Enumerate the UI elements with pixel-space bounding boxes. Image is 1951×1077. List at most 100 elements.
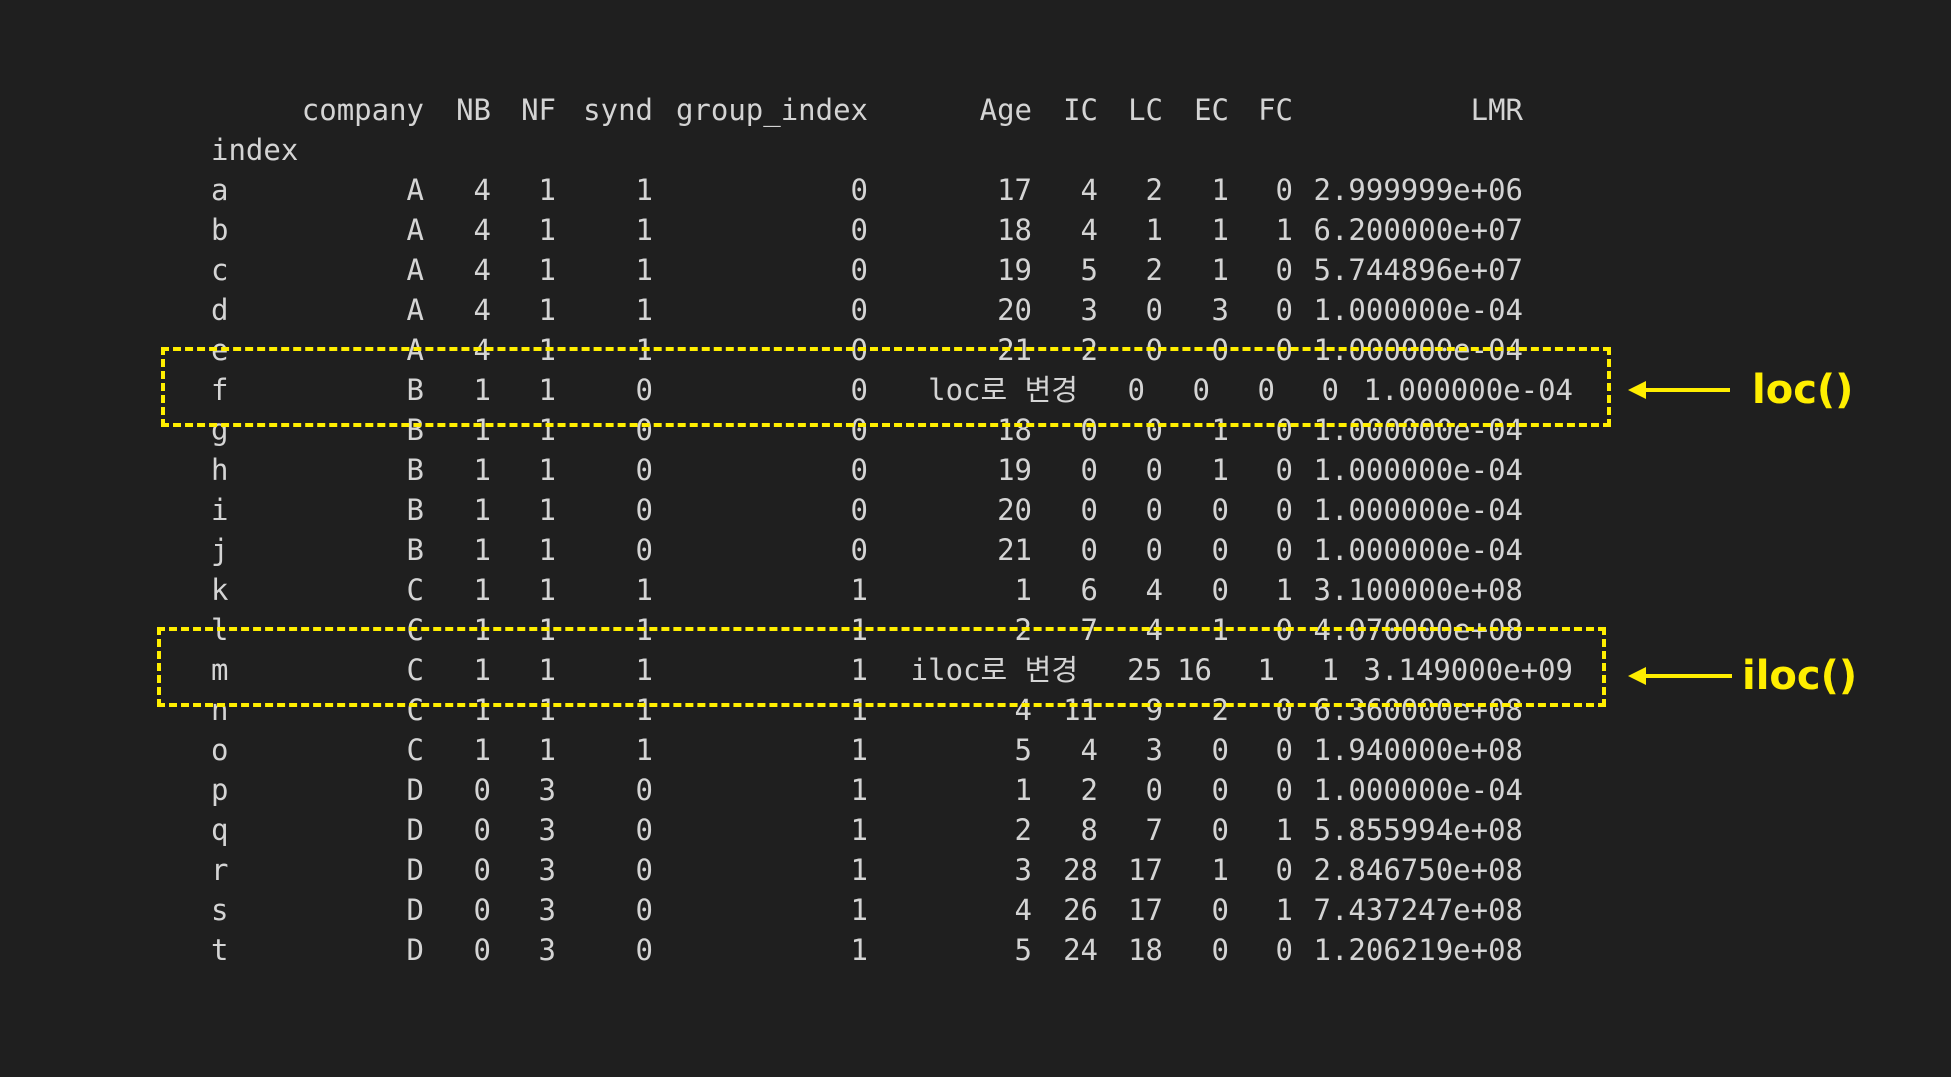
table-cell: 1 — [473, 493, 491, 527]
table-cell: 4 — [1080, 213, 1098, 247]
table-cell: 0 — [473, 893, 491, 927]
table-cell: 0 — [1145, 493, 1163, 527]
row-index: i — [211, 493, 229, 527]
table-cell: 21 — [997, 533, 1032, 567]
table-cell: 5.744896e+07 — [1313, 253, 1523, 287]
column-header-lc: LC — [1128, 93, 1163, 127]
table-cell: 1 — [850, 773, 868, 807]
table-cell: 1 — [538, 453, 556, 487]
table-cell: 3 — [538, 893, 556, 927]
table-cell: 0 — [635, 773, 653, 807]
index-label: index — [211, 133, 299, 167]
column-header-lmr: LMR — [1470, 93, 1523, 127]
table-cell: 1 — [1211, 453, 1229, 487]
arrow-left-icon — [1628, 381, 1646, 399]
table-cell: 7.437247e+08 — [1313, 893, 1523, 927]
table-cell: 26 — [1063, 893, 1098, 927]
table-cell: 0 — [850, 253, 868, 287]
table-cell: 0 — [1275, 453, 1293, 487]
table-cell: D — [406, 893, 424, 927]
table-cell: 5.855994e+08 — [1313, 813, 1523, 847]
row-index: h — [211, 453, 229, 487]
table-cell: 5 — [1014, 733, 1032, 767]
table-cell: 2 — [1014, 813, 1032, 847]
table-cell: 20 — [997, 493, 1032, 527]
row-index: k — [211, 573, 229, 607]
table-cell: 0 — [1275, 733, 1293, 767]
row-index: t — [211, 933, 229, 967]
table-cell: 0 — [850, 493, 868, 527]
table-cell: 3 — [538, 933, 556, 967]
table-cell: 20 — [997, 293, 1032, 327]
table-cell: 4 — [1014, 893, 1032, 927]
table-cell: C — [406, 573, 424, 607]
column-header-fc: FC — [1258, 93, 1293, 127]
table-cell: 0 — [473, 773, 491, 807]
table-cell: 3 — [1014, 853, 1032, 887]
table-cell: 3 — [1080, 293, 1098, 327]
table-cell: 1 — [635, 733, 653, 767]
table-cell: 1 — [1275, 573, 1293, 607]
row-index: o — [211, 733, 229, 767]
table-cell: 1 — [1211, 853, 1229, 887]
table-cell: 0 — [635, 893, 653, 927]
table-cell: 1 — [538, 293, 556, 327]
table-cell: 1.940000e+08 — [1313, 733, 1523, 767]
table-cell: 0 — [473, 933, 491, 967]
table-cell: 1 — [850, 573, 868, 607]
arrow-left-icon — [1628, 667, 1646, 685]
table-cell: 1 — [473, 733, 491, 767]
row-index: r — [211, 853, 229, 887]
table-cell: 0 — [1275, 493, 1293, 527]
row-index: j — [211, 533, 229, 567]
table-cell: 6.200000e+07 — [1313, 213, 1523, 247]
table-cell: 4 — [473, 293, 491, 327]
table-cell: 0 — [850, 533, 868, 567]
table-cell: A — [406, 293, 424, 327]
table-cell: 1 — [1275, 813, 1293, 847]
table-cell: 0 — [1211, 733, 1229, 767]
table-cell: 4 — [473, 253, 491, 287]
table-cell: 3 — [538, 853, 556, 887]
row-index: s — [211, 893, 229, 927]
table-cell: D — [406, 933, 424, 967]
row-index: q — [211, 813, 229, 847]
table-cell: 3 — [1145, 733, 1163, 767]
table-cell: 0 — [1275, 293, 1293, 327]
table-cell: 1.000000e-04 — [1313, 453, 1523, 487]
table-cell: 0 — [850, 453, 868, 487]
column-header-ic: IC — [1063, 93, 1098, 127]
table-cell: 3 — [1211, 293, 1229, 327]
table-cell: 1.206219e+08 — [1313, 933, 1523, 967]
table-cell: 17 — [997, 173, 1032, 207]
table-cell: 0 — [1211, 773, 1229, 807]
row-index: d — [211, 293, 229, 327]
table-cell: 0 — [635, 453, 653, 487]
column-header-ec: EC — [1194, 93, 1229, 127]
table-cell: 0 — [1211, 933, 1229, 967]
table-cell: 1 — [1275, 213, 1293, 247]
table-cell: 0 — [1211, 493, 1229, 527]
table-cell: 24 — [1063, 933, 1098, 967]
column-header-group-index: group_index — [675, 93, 868, 127]
table-cell: 19 — [997, 453, 1032, 487]
table-cell: 17 — [1128, 853, 1163, 887]
table-cell: 0 — [1145, 293, 1163, 327]
table-cell: 0 — [635, 813, 653, 847]
table-cell: 1 — [538, 573, 556, 607]
table-cell: 1 — [1211, 173, 1229, 207]
table-cell: 1.000000e-04 — [1313, 293, 1523, 327]
table-cell: 1 — [538, 733, 556, 767]
table-cell: 0 — [473, 853, 491, 887]
table-cell: 2 — [1145, 253, 1163, 287]
table-cell: 1 — [473, 533, 491, 567]
table-cell: 0 — [850, 213, 868, 247]
table-cell: 1 — [635, 253, 653, 287]
annotation-label: iloc() — [1742, 653, 1858, 699]
table-cell: 1 — [1211, 213, 1229, 247]
table-cell: 1 — [538, 253, 556, 287]
table-cell: 17 — [1128, 893, 1163, 927]
table-cell: 1 — [538, 213, 556, 247]
table-cell: 2 — [1080, 773, 1098, 807]
screen: { "table": { "index_label": "index", "co… — [0, 0, 1951, 1077]
